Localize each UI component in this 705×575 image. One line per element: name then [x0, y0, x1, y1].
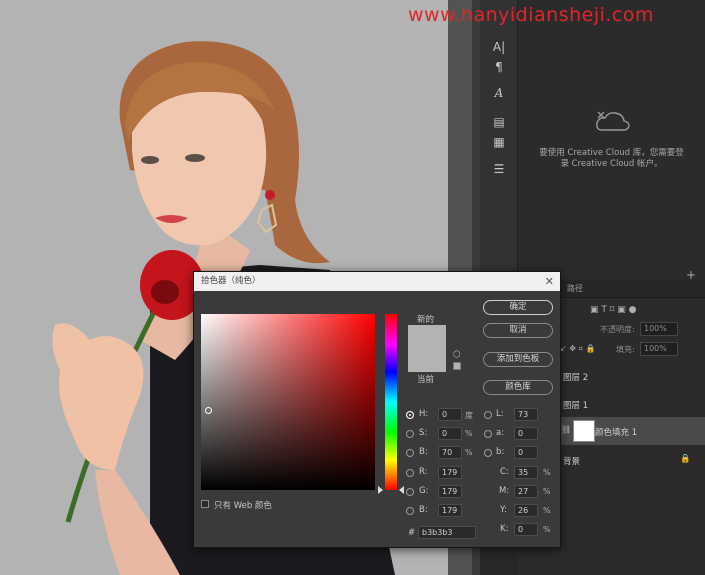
hash-label: #	[408, 528, 416, 538]
ok-button[interactable]: 确定	[483, 300, 553, 315]
hue-field[interactable]: 0	[438, 408, 462, 421]
a-label: a:	[496, 428, 505, 438]
fill-label: 填充:	[616, 345, 635, 354]
c-label: C:	[500, 467, 509, 477]
red-radio[interactable]	[406, 469, 414, 477]
new-color-label: 新的	[417, 315, 435, 325]
percent-unit: %	[465, 448, 473, 457]
tab-paths[interactable]: 路径	[567, 283, 583, 294]
hue-radio[interactable]	[406, 411, 414, 419]
glyphs-icon[interactable]: A	[480, 86, 518, 100]
percent-unit: %	[543, 506, 551, 515]
h-label: H:	[419, 409, 429, 419]
fill-input[interactable]: 100%	[640, 342, 678, 356]
layer-name: 背景	[563, 457, 581, 467]
b-rgb-label: B:	[419, 505, 428, 515]
layer-thumbnail	[573, 420, 595, 442]
k-label: K:	[500, 524, 509, 534]
opacity-input[interactable]: 100%	[640, 322, 678, 336]
layer-name: 颜色填充 1	[595, 428, 638, 438]
hex-field[interactable]: b3b3b3	[418, 526, 476, 539]
saturation-field[interactable]: 0	[438, 427, 462, 440]
creative-cloud-icon	[596, 111, 630, 131]
web-colors-label: 只有 Web 颜色	[214, 501, 272, 511]
r-label: R:	[419, 467, 428, 477]
notes-icon[interactable]: ▦	[480, 135, 518, 149]
watermark-text: www.hanyidiansheji.com	[408, 4, 654, 26]
b-lab-field[interactable]: 0	[514, 446, 538, 459]
l-field[interactable]: 73	[514, 408, 538, 421]
hue-slider-arrow-right[interactable]	[399, 486, 404, 494]
saturation-radio[interactable]	[406, 430, 414, 438]
s-label: S:	[419, 428, 428, 438]
y-label: Y:	[500, 505, 507, 515]
a-radio[interactable]	[484, 430, 492, 438]
new-color-swatch	[408, 325, 446, 347]
layer-row[interactable]: 图层 1	[555, 390, 705, 418]
g-label: G:	[419, 486, 429, 496]
b-lab-radio[interactable]	[484, 449, 492, 457]
brightness-field[interactable]: 70	[438, 446, 462, 459]
tool-strip: A| ¶ A ▤ ▦ ☰	[480, 0, 518, 290]
layer-row-selected[interactable]: ⛓ 颜色填充 1	[555, 417, 705, 445]
blue-field[interactable]: 179	[438, 504, 462, 517]
adjustments-icon[interactable]: ☰	[480, 162, 518, 176]
yellow-field[interactable]: 26	[514, 504, 538, 517]
color-marker[interactable]	[205, 407, 212, 414]
cyan-field[interactable]: 35	[514, 466, 538, 479]
layers-panel-header: 路径	[555, 280, 705, 298]
web-colors-checkbox[interactable]	[201, 500, 209, 508]
opacity-label: 不透明度:	[600, 325, 635, 334]
percent-unit: %	[543, 487, 551, 496]
m-label: M:	[499, 486, 510, 496]
lock-icon: 🔒	[680, 454, 691, 464]
magenta-field[interactable]: 27	[514, 485, 538, 498]
b-label: B:	[419, 447, 428, 457]
layer-name: 图层 2	[563, 373, 589, 383]
percent-unit: %	[465, 429, 473, 438]
current-color-swatch[interactable]	[408, 347, 446, 372]
web-safe-swatch-icon[interactable]	[453, 362, 461, 370]
document-icon[interactable]: ▤	[480, 115, 518, 129]
add-to-swatches-button[interactable]: 添加到色板	[483, 352, 553, 367]
a-field[interactable]: 0	[514, 427, 538, 440]
paragraph-icon[interactable]: ¶	[480, 60, 518, 74]
close-icon[interactable]: ✕	[545, 272, 554, 291]
l-radio[interactable]	[484, 411, 492, 419]
brightness-radio[interactable]	[406, 449, 414, 457]
layer-row[interactable]: 图层 2	[555, 362, 705, 390]
hue-slider[interactable]	[385, 314, 397, 490]
gamut-warning-icon[interactable]: ⬡	[453, 350, 461, 360]
paragraph-text-tool-icon[interactable]: A|	[480, 40, 518, 54]
layer-filter-icons[interactable]: ▣ T ⌑ ▣ ●	[590, 305, 636, 315]
percent-unit: %	[543, 468, 551, 477]
cancel-button[interactable]: 取消	[483, 323, 553, 338]
color-libraries-button[interactable]: 颜色库	[483, 380, 553, 395]
layer-name: 图层 1	[563, 401, 589, 411]
cc-login-message: 要使用 Creative Cloud 库，您需要登 录 Creative Clo…	[539, 148, 684, 169]
black-field[interactable]: 0	[514, 523, 538, 536]
dialog-title: 拾色器（纯色）	[194, 272, 560, 291]
l-label: L:	[496, 409, 504, 419]
green-radio[interactable]	[406, 488, 414, 496]
lock-icons[interactable]: ↙ ✥ ⌗ 🔒	[560, 344, 596, 354]
degree-unit: 度	[465, 411, 473, 420]
current-color-label: 当前	[417, 375, 435, 385]
green-field[interactable]: 179	[438, 485, 462, 498]
saturation-brightness-field[interactable]	[201, 314, 375, 490]
hue-slider-arrow-left[interactable]	[378, 486, 383, 494]
link-icon: ⛓	[561, 425, 572, 434]
color-picker-dialog: 拾色器（纯色） ✕ 新的 当前 ⬡ 确定 取消 添加到色板 颜色库 H: 0 度…	[193, 271, 561, 548]
blue-radio[interactable]	[406, 507, 414, 515]
red-field[interactable]: 179	[438, 466, 462, 479]
percent-unit: %	[543, 525, 551, 534]
layer-row[interactable]: 背景 🔒	[555, 446, 705, 474]
b-lab-label: b:	[496, 447, 505, 457]
